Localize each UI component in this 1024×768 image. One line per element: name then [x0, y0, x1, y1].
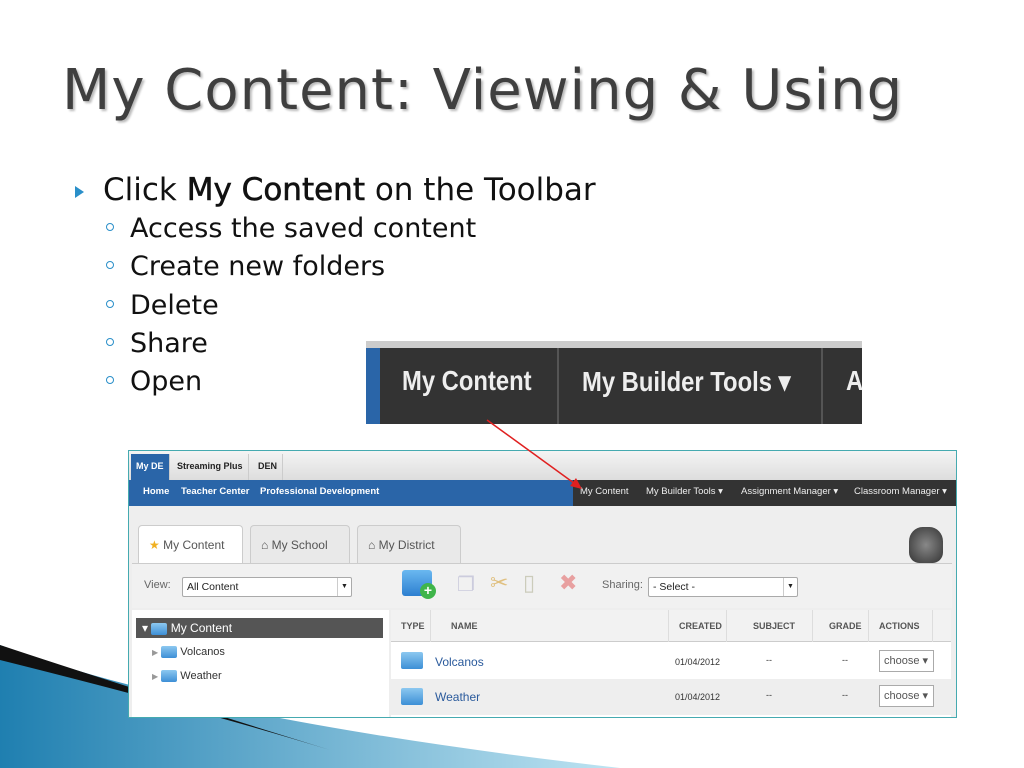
tab-label: My District — [378, 538, 435, 552]
nav-teacher-center[interactable]: Teacher Center — [181, 480, 249, 504]
row-created: 01/04/2012 — [675, 692, 721, 702]
trash-icon[interactable] — [909, 527, 943, 563]
sub-bullet: Delete — [106, 290, 219, 321]
sub-bullet: Create new folders — [106, 251, 385, 282]
nav-assignment-manager[interactable]: Assignment Manager ▾ — [741, 480, 838, 504]
tree-root-label: My Content — [170, 621, 233, 635]
sub-bullet-text: Create new folders — [130, 251, 386, 282]
tree-item-label: Weather — [180, 670, 222, 682]
folder-icon — [401, 652, 423, 669]
zoomed-next-item[interactable]: A — [846, 365, 863, 397]
tab-label: My School — [271, 538, 328, 552]
zoomed-my-builder-tools[interactable]: My Builder Tools ▾ — [582, 365, 791, 398]
tree-item-weather[interactable]: ▶ Weather — [152, 670, 222, 683]
sub-bullet: Open — [106, 366, 202, 397]
row-grade: -- — [842, 690, 848, 700]
view-select[interactable]: All Content ▼ — [182, 577, 352, 597]
view-value: All Content — [187, 581, 239, 593]
sub-bullet: Access the saved content — [106, 213, 476, 244]
tab-label: My Content — [163, 538, 225, 552]
row-action-select[interactable]: choose ▾ — [879, 685, 934, 707]
bullet-arrow-icon — [75, 186, 84, 198]
tree-item-volcanos[interactable]: ▶ Volcanos — [152, 646, 225, 659]
row-grade: -- — [842, 655, 848, 665]
table-row[interactable]: Volcanos 01/04/2012 -- -- choose ▾ — [391, 643, 951, 679]
col-name[interactable]: NAME — [431, 610, 669, 642]
nav-my-content[interactable]: My Content — [580, 480, 629, 504]
district-icon: ⌂ — [368, 538, 376, 552]
folder-tree: ▾ My Content ▶ Volcanos ▶ Weather — [132, 610, 389, 717]
bullet-bold: My Content — [186, 172, 365, 209]
main-bullet: Click My Content on the Toolbar — [75, 172, 596, 208]
col-subject[interactable]: SUBJECT — [727, 610, 813, 642]
sub-bullet-text: Access the saved content — [130, 213, 477, 244]
row-action-select[interactable]: choose ▾ — [879, 650, 934, 672]
nav-professional-development[interactable]: Professional Development — [260, 480, 379, 504]
sub-bullet-text: Open — [130, 366, 203, 397]
copy-icon[interactable]: ❐ — [457, 572, 475, 597]
sharing-value: - Select - — [653, 581, 696, 593]
tab-den[interactable]: DEN — [253, 454, 284, 480]
slide-title: My Content: Viewing & Using — [62, 58, 904, 123]
nav-home[interactable]: Home — [143, 480, 169, 504]
col-actions: ACTIONS — [869, 610, 933, 642]
sub-bullet: Share — [106, 328, 208, 359]
sub-bullet-text: Delete — [130, 290, 219, 321]
bullet-text: on the Toolbar — [364, 172, 596, 208]
row-created: 01/04/2012 — [675, 657, 721, 667]
row-subject: -- — [766, 655, 772, 665]
col-type[interactable]: TYPE — [391, 610, 431, 642]
content-grid: TYPE NAME CREATED SUBJECT GRADE ACTIONS … — [391, 610, 951, 717]
app-screenshot: My DE Streaming Plus DEN Home Teacher Ce… — [128, 450, 957, 718]
content-toolbar: View: All Content ▼ + ❐ ✂ ▯ ✖ Sharing: - … — [132, 563, 952, 608]
view-label: View: — [144, 579, 171, 591]
folder-icon — [401, 688, 423, 705]
row-name-link[interactable]: Weather — [435, 690, 480, 704]
sharing-select[interactable]: - Select - ▼ — [648, 577, 798, 597]
tab-my-school[interactable]: ⌂ My School — [250, 525, 350, 563]
tab-my-district[interactable]: ⌂ My District — [357, 525, 461, 563]
nav-classroom-manager[interactable]: Classroom Manager ▾ — [854, 480, 947, 504]
table-row[interactable]: Weather 01/04/2012 -- -- choose ▾ — [391, 679, 951, 715]
star-icon: ★ — [149, 538, 160, 552]
new-folder-icon[interactable]: + — [402, 570, 436, 599]
tab-my-de[interactable]: My DE — [131, 454, 170, 480]
row-subject: -- — [766, 690, 772, 700]
zoomed-my-content[interactable]: My Content — [402, 365, 532, 397]
col-created[interactable]: CREATED — [669, 610, 727, 642]
sub-bullet-text: Share — [130, 328, 208, 359]
col-grade[interactable]: GRADE — [813, 610, 869, 642]
tree-item-label: Volcanos — [180, 646, 225, 658]
cut-icon[interactable]: ✂ — [490, 570, 508, 596]
tab-streaming-plus[interactable]: Streaming Plus — [172, 454, 249, 480]
tree-root[interactable]: ▾ My Content — [136, 618, 383, 638]
school-icon: ⌂ — [261, 538, 269, 552]
paste-icon[interactable]: ▯ — [523, 570, 535, 596]
nav-my-builder-tools[interactable]: My Builder Tools ▾ — [646, 480, 723, 504]
tab-my-content[interactable]: ★ My Content — [138, 525, 243, 565]
row-name-link[interactable]: Volcanos — [435, 655, 484, 669]
sharing-label: Sharing: — [602, 579, 643, 591]
zoomed-toolbar: My Content My Builder Tools ▾ A — [366, 341, 863, 424]
delete-icon[interactable]: ✖ — [559, 570, 577, 596]
bullet-text: Click — [103, 172, 187, 208]
